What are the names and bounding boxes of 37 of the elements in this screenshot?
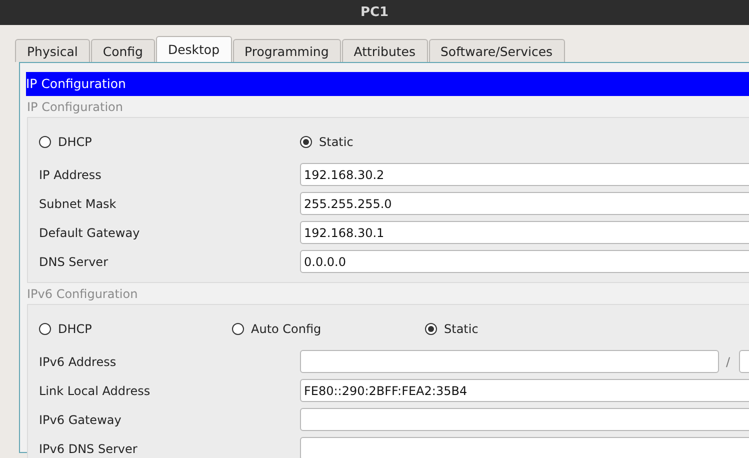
- tab[interactable]: Attributes: [342, 39, 428, 62]
- field-label: Link Local Address: [39, 384, 152, 398]
- field-label: IPv6 Gateway: [39, 412, 122, 426]
- tab[interactable]: Software/Services: [428, 39, 565, 62]
- input-field[interactable]: 192.168.30.2: [300, 163, 749, 186]
- radio-label: Auto Config: [251, 322, 322, 336]
- radio-button[interactable]: [39, 323, 51, 335]
- tab[interactable]: Desktop: [156, 36, 232, 62]
- input-field[interactable]: [300, 408, 749, 431]
- section-header: IP Configuration: [26, 72, 749, 96]
- radio-button[interactable]: [425, 323, 437, 335]
- input-field[interactable]: [300, 437, 749, 458]
- input-field[interactable]: 0.0.0.0: [300, 250, 749, 273]
- field-label: IPv6 DNS Server: [39, 442, 138, 456]
- radio-label: Static: [444, 322, 478, 336]
- field-label: IPv6 Address: [39, 354, 118, 368]
- field-label: IP Address: [39, 168, 102, 182]
- field-label: Default Gateway: [39, 226, 141, 240]
- group-title: IPv6 Configuration: [27, 287, 139, 301]
- group-title: IP Configuration: [27, 100, 124, 114]
- field-label: DNS Server: [39, 254, 109, 268]
- radio-label: Static: [319, 135, 354, 149]
- radio-button[interactable]: [39, 136, 51, 148]
- radio-label: DHCP: [58, 135, 92, 149]
- input-field[interactable]: 255.255.255.0: [300, 192, 749, 215]
- input-field[interactable]: FE80::290:2BFF:FEA2:35B4: [300, 379, 749, 402]
- tab[interactable]: Programming: [232, 39, 341, 62]
- window-title: PC1: [360, 5, 389, 20]
- field-label: Subnet Mask: [39, 196, 118, 210]
- input-field[interactable]: 192.168.30.1: [300, 221, 749, 244]
- tab[interactable]: Config: [90, 39, 155, 62]
- tab[interactable]: Physical: [15, 39, 90, 62]
- radio-button[interactable]: [300, 136, 312, 148]
- input-field[interactable]: [300, 350, 719, 373]
- radio-label: DHCP: [58, 322, 92, 336]
- radio-button[interactable]: [232, 323, 244, 335]
- separator-text: /: [726, 354, 730, 368]
